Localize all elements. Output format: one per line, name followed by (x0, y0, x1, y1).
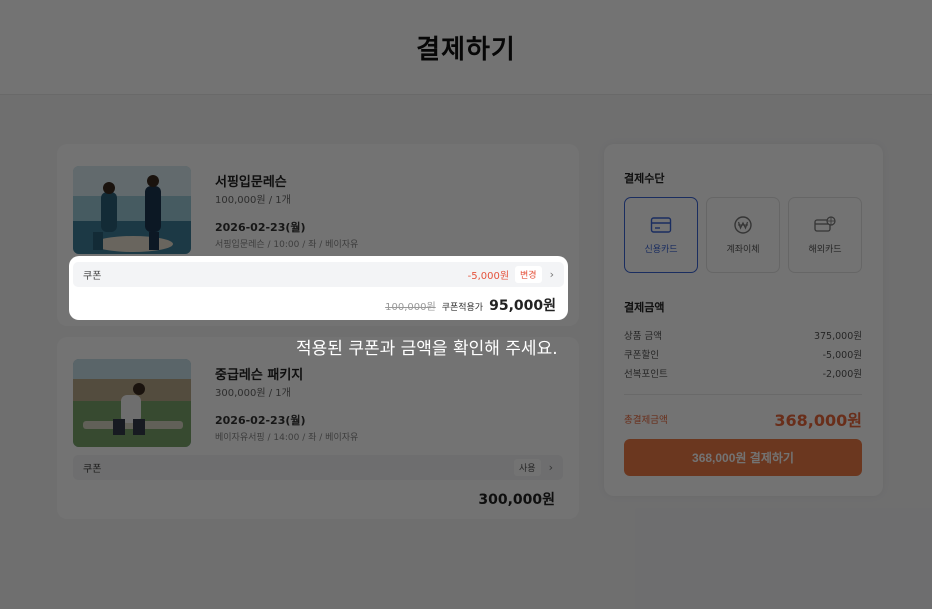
chevron-right-icon: › (549, 268, 554, 281)
summary-row-coupon-discount: 쿠폰할인 -5,000원 (624, 347, 862, 361)
coupon-label: 쿠폰 (83, 464, 102, 475)
product-price: 300,000원 / 1개 (215, 388, 291, 399)
summary-value: -2,000원 (822, 369, 862, 380)
summary-value: -5,000원 (822, 350, 862, 361)
payment-method-label: 해외카드 (808, 244, 842, 255)
coupon-label: 쿠폰 (83, 271, 102, 282)
summary-label: 선복포인트 (624, 369, 668, 380)
won-coin-icon (734, 215, 752, 234)
payment-method-credit-card[interactable]: 신용카드 (624, 197, 698, 273)
product-date: 2026-02-23(월) (215, 414, 306, 427)
product-detail: 서핑입문레슨 / 10:00 / 좌 / 베이자유 (215, 240, 359, 250)
coupon-change-button[interactable]: 변경 (515, 266, 542, 283)
summary-row-points: 선복포인트 -2,000원 (624, 366, 862, 380)
payment-method-label: 신용카드 (644, 244, 678, 255)
payment-method-foreign-card[interactable]: 해외카드 (788, 197, 862, 273)
tutorial-hint-text: 적용된 쿠폰과 금액을 확인해 주세요. (296, 339, 558, 359)
product-card-intermediate-package: 중급레슨 패키지 300,000원 / 1개 2026-02-23(월) 베이자… (57, 337, 579, 519)
coupon-row[interactable]: 쿠폰 사용 › (73, 455, 563, 480)
summary-divider (624, 394, 862, 395)
coupon-use-button[interactable]: 사용 (514, 459, 541, 476)
payment-summary-card: 결제수단 신용카드 계좌이체 해외카드 결제금액 상품 금액 375,000원 … (604, 144, 883, 496)
summary-value: 375,000원 (813, 331, 862, 342)
product-price: 100,000원 / 1개 (215, 195, 291, 206)
coupon-spotlight: 쿠폰 -5,000원 변경 › 100,000원 쿠폰적용가 95,000원 (69, 256, 568, 320)
foreign-card-icon (814, 215, 836, 232)
credit-card-icon (650, 216, 672, 233)
product-thumbnail (73, 166, 191, 254)
final-price: 95,000원 (489, 298, 556, 314)
checkout-page: 결제하기 서핑입문레슨 100,000원 / 1개 2026-02-23(월) … (0, 0, 932, 609)
product-date: 2026-02-23(월) (215, 221, 306, 234)
summary-label: 상품 금액 (624, 331, 662, 342)
payment-method-bank-transfer[interactable]: 계좌이체 (706, 197, 780, 273)
page-title: 결제하기 (416, 34, 516, 65)
coupon-row[interactable]: 쿠폰 -5,000원 변경 › (73, 262, 564, 287)
coupon-applied-label: 쿠폰적용가 (441, 303, 484, 313)
grand-total-value: 368,000원 (774, 411, 862, 430)
summary-label: 쿠폰할인 (624, 350, 659, 361)
product-detail: 베이자유서핑 / 14:00 / 좌 / 베이자유 (215, 433, 359, 443)
payment-amount-title: 결제금액 (624, 301, 665, 314)
pay-button[interactable]: 368,000원 결제하기 (624, 439, 862, 476)
coupon-discount: -5,000원 (467, 271, 510, 282)
coupon-price-summary: 100,000원 쿠폰적용가 95,000원 (385, 295, 556, 315)
chevron-right-icon: › (548, 461, 553, 474)
payment-method-title: 결제수단 (624, 172, 665, 185)
product-title: 중급레슨 패키지 (215, 368, 304, 383)
page-header: 결제하기 (0, 0, 932, 95)
product-total: 300,000원 (478, 492, 555, 508)
payment-method-list: 신용카드 계좌이체 해외카드 (624, 197, 862, 273)
product-title: 서핑입문레슨 (215, 175, 287, 190)
original-price: 100,000원 (385, 302, 436, 313)
summary-row-product-amount: 상품 금액 375,000원 (624, 328, 862, 342)
product-thumbnail (73, 359, 191, 447)
payment-method-label: 계좌이체 (726, 244, 760, 255)
grand-total-label: 총결제금액 (624, 415, 668, 426)
